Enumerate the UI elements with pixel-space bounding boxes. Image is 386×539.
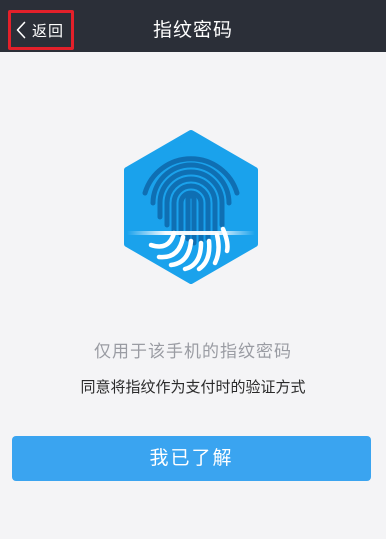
confirm-button[interactable]: 我已了解 xyxy=(12,436,371,481)
nav-bar: 指纹密码 返回 xyxy=(0,8,386,52)
consent-text: 同意将指纹作为支付时的验证方式 xyxy=(80,378,306,396)
fingerprint-icon xyxy=(124,130,258,284)
fingerprint-hint: 仅用于该手机的指纹密码 xyxy=(94,342,292,362)
chevron-left-icon xyxy=(16,21,26,39)
hexagon-shape xyxy=(124,130,258,284)
status-bar xyxy=(0,0,386,8)
back-button[interactable]: 返回 xyxy=(8,10,74,50)
back-label: 返回 xyxy=(32,21,65,40)
